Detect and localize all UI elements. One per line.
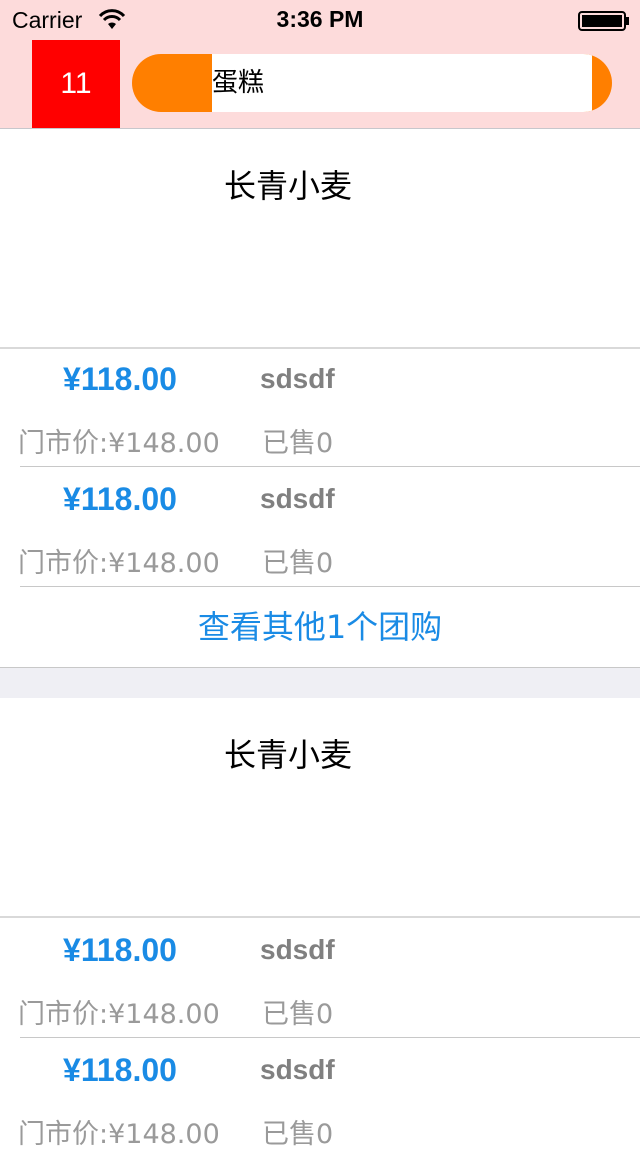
- section-gap: [0, 668, 640, 698]
- original-price: 门市价:¥148.00: [18, 428, 220, 459]
- deal-price: ¥118.00: [63, 361, 177, 397]
- view-more-deals-link[interactable]: 查看其他1个团购: [0, 587, 640, 668]
- sold-count: 已售0: [262, 1119, 334, 1150]
- deal-row[interactable]: ¥118.00 sdsdf 门市价:¥148.00 已售0: [0, 1038, 640, 1158]
- battery-icon: [578, 11, 629, 31]
- deal-row[interactable]: ¥118.00 sdsdf 门市价:¥148.00 已售0: [0, 347, 640, 467]
- sold-count: 已售0: [262, 999, 334, 1030]
- store-header[interactable]: 长青小麦: [0, 129, 640, 349]
- store-name: 长青小麦: [223, 736, 352, 774]
- deal-title: sdsdf: [260, 934, 335, 965]
- sold-count: 已售0: [262, 548, 334, 579]
- sold-count: 已售0: [262, 428, 334, 459]
- store-section: 长青小麦 ¥118.00 sdsdf 门市价:¥148.00 已售0 ¥118.…: [0, 129, 640, 668]
- original-price: 门市价:¥148.00: [18, 548, 220, 579]
- store-header[interactable]: 长青小麦: [0, 698, 640, 918]
- search-input[interactable]: 蛋糕: [212, 54, 592, 112]
- status-time: 3:36 PM: [276, 6, 364, 32]
- deal-price: ¥118.00: [63, 932, 177, 968]
- search-bar[interactable]: 蛋糕: [132, 54, 612, 112]
- deal-title: sdsdf: [260, 483, 335, 514]
- status-bar: Carrier 3:36 PM: [0, 0, 640, 40]
- nav-bar: 11 蛋糕: [0, 40, 640, 129]
- deal-title: sdsdf: [260, 1054, 335, 1085]
- store-section: 长青小麦 ¥118.00 sdsdf 门市价:¥148.00 已售0 ¥118.…: [0, 698, 640, 1150]
- deal-row[interactable]: ¥118.00 sdsdf 门市价:¥148.00 已售0: [0, 918, 640, 1038]
- city-badge-button[interactable]: 11: [32, 40, 120, 128]
- original-price: 门市价:¥148.00: [18, 1119, 220, 1150]
- deal-price: ¥118.00: [63, 1052, 177, 1088]
- store-name: 长青小麦: [223, 167, 352, 205]
- deal-price: ¥118.00: [63, 481, 177, 517]
- original-price: 门市价:¥148.00: [18, 999, 220, 1030]
- deal-title: sdsdf: [260, 363, 335, 394]
- deal-row[interactable]: ¥118.00 sdsdf 门市价:¥148.00 已售0: [0, 467, 640, 587]
